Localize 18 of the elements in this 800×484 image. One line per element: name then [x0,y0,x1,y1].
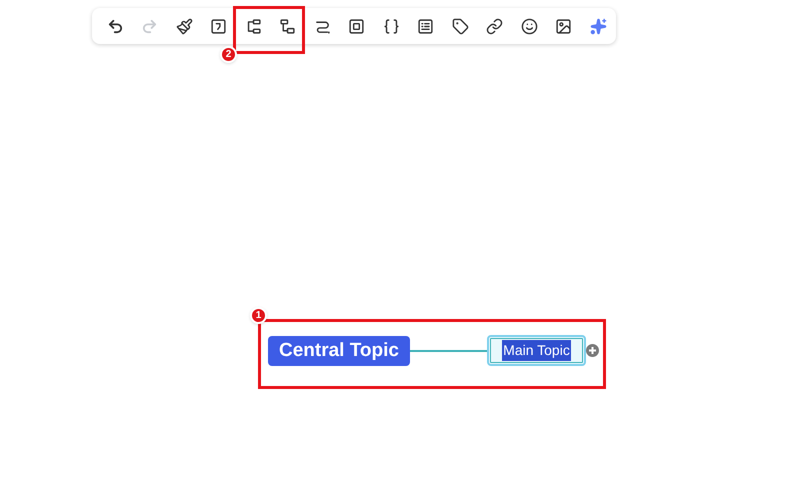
tag-icon [452,18,469,34]
link-icon [486,18,504,34]
paintbrush-icon [176,18,193,34]
undo-icon [106,18,124,34]
redo-icon [141,18,158,34]
list-icon [417,18,434,34]
central-topic[interactable]: Central Topic [268,336,410,366]
number-badge: 1 [250,307,267,324]
boundary-icon [348,18,366,34]
smiley-icon [520,18,538,34]
subtopic-structure-icon [279,18,296,34]
number-badge: 2 [220,46,237,63]
braces-icon [382,18,400,34]
add-icon[interactable] [586,344,599,357]
sparkles-icon [590,18,607,34]
highlight-frame [233,6,305,54]
main-topic[interactable]: Main Topic [487,335,586,366]
image-icon [555,18,572,34]
